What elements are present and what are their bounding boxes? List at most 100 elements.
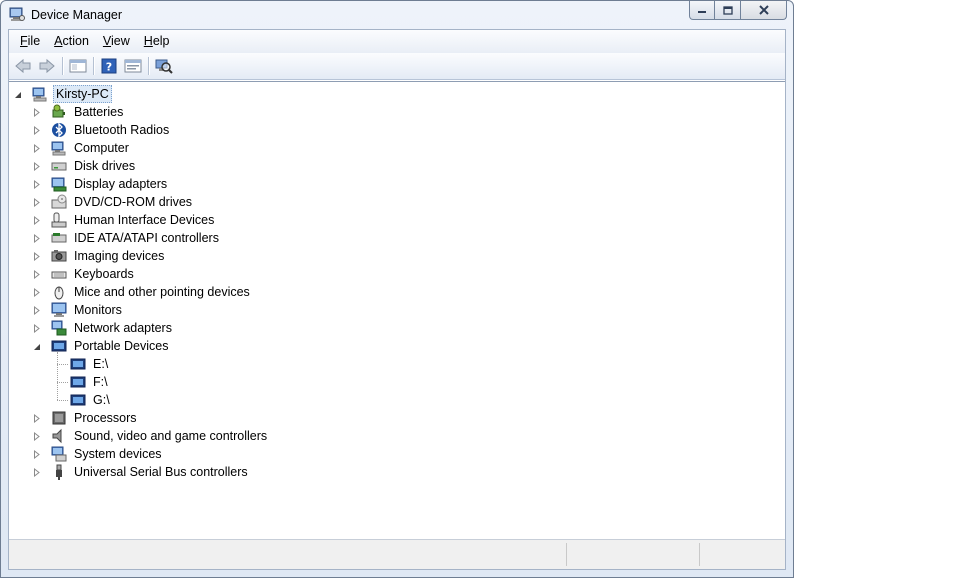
tree-node-drive-g[interactable]: G:\ — [70, 391, 112, 409]
expand-arrow-icon[interactable] — [32, 270, 41, 279]
portable-device-icon — [70, 392, 86, 408]
forward-icon — [39, 58, 55, 74]
usb-icon — [51, 464, 67, 480]
svg-text:?: ? — [106, 61, 112, 74]
menu-accelerator: H — [143, 34, 153, 48]
menu-label-rest: elp — [152, 34, 170, 48]
tree-node-imaging-devices[interactable]: Imaging devices — [33, 247, 166, 265]
tree-node-sound-video-and-game-controllers[interactable]: Sound, video and game controllers — [33, 427, 269, 445]
tree-node-human-interface-devices[interactable]: Human Interface Devices — [33, 211, 216, 229]
expand-arrow-icon[interactable] — [32, 252, 41, 261]
expand-arrow-icon[interactable] — [32, 126, 41, 135]
tree-node-label: Kirsty-PC — [53, 85, 112, 103]
menu-view[interactable]: View — [96, 30, 137, 53]
tree-root-node[interactable]: Kirsty-PC — [14, 85, 112, 103]
collapse-arrow-icon[interactable] — [32, 342, 41, 351]
device-tree[interactable]: Kirsty-PC Batteries Bluetooth Radios Comput… — [9, 81, 785, 539]
tree-node-display-adapters[interactable]: Display adapters — [33, 175, 169, 193]
minimize-icon — [698, 11, 706, 13]
tree-node-dvd-cd-rom-drives[interactable]: DVD/CD-ROM drives — [33, 193, 194, 211]
expand-arrow-icon[interactable] — [32, 198, 41, 207]
status-pane — [566, 543, 567, 566]
maximize-button[interactable] — [715, 1, 741, 20]
tree-node-label: Mice and other pointing devices — [74, 285, 250, 299]
tree-node-keyboards[interactable]: Keyboards — [33, 265, 136, 283]
menu-file[interactable]: File — [13, 30, 47, 53]
toolbar: ? — [9, 53, 785, 80]
tree-node-label: IDE ATA/ATAPI controllers — [74, 231, 219, 245]
tree-node-label: Universal Serial Bus controllers — [74, 465, 248, 479]
device-manager-window: Device Manager File Action View Help ? K… — [0, 0, 794, 578]
disk-drive-icon — [51, 158, 67, 174]
help-button[interactable]: ? — [97, 55, 121, 77]
menu-label-rest: ile — [27, 34, 41, 48]
title-bar[interactable]: Device Manager — [1, 1, 793, 29]
tree-node-bluetooth-radios[interactable]: Bluetooth Radios — [33, 121, 171, 139]
display-adapter-icon — [51, 176, 67, 192]
tree-node-label: Human Interface Devices — [74, 213, 215, 227]
portable-device-icon — [70, 356, 86, 372]
minimize-button[interactable] — [689, 1, 715, 20]
expand-arrow-icon[interactable] — [32, 234, 41, 243]
expand-arrow-icon[interactable] — [32, 180, 41, 189]
expand-arrow-icon[interactable] — [32, 162, 41, 171]
tree-node-label: System devices — [74, 447, 162, 461]
menu-help[interactable]: Help — [137, 30, 177, 53]
computer-icon — [32, 86, 48, 102]
tree-node-ide-ata-atapi-controllers[interactable]: IDE ATA/ATAPI controllers — [33, 229, 221, 247]
back-button[interactable] — [11, 55, 35, 77]
device-manager-icon — [9, 7, 25, 21]
tree-node-batteries[interactable]: Batteries — [33, 103, 125, 121]
expand-arrow-icon[interactable] — [32, 288, 41, 297]
expand-arrow-icon[interactable] — [32, 144, 41, 153]
system-device-icon — [51, 446, 67, 462]
network-adapter-icon — [51, 320, 67, 336]
expand-arrow-icon[interactable] — [32, 414, 41, 423]
tree-node-universal-serial-bus-controllers[interactable]: Universal Serial Bus controllers — [33, 463, 250, 481]
tree-node-label: Processors — [74, 411, 137, 425]
expand-arrow-icon[interactable] — [32, 468, 41, 477]
expand-arrow-icon[interactable] — [32, 324, 41, 333]
scan-hardware-icon — [155, 59, 173, 74]
show-hide-console-tree-button[interactable] — [66, 55, 90, 77]
tree-node-label: F:\ — [93, 375, 108, 389]
expand-arrow-icon[interactable] — [32, 216, 41, 225]
menu-action[interactable]: Action — [47, 30, 96, 53]
portable-device-icon — [70, 374, 86, 390]
tree-node-monitors[interactable]: Monitors — [33, 301, 124, 319]
tree-node-processors[interactable]: Processors — [33, 409, 139, 427]
tree-node-label: DVD/CD-ROM drives — [74, 195, 193, 209]
tree-node-network-adapters[interactable]: Network adapters — [33, 319, 174, 337]
menu-label-rest: iew — [111, 34, 130, 48]
forward-button[interactable] — [35, 55, 59, 77]
window-title: Device Manager — [31, 8, 123, 22]
expand-arrow-icon[interactable] — [32, 450, 41, 459]
properties-button[interactable] — [121, 55, 145, 77]
portable-device-icon — [51, 338, 67, 354]
expand-arrow-icon[interactable] — [32, 432, 41, 441]
tree-node-system-devices[interactable]: System devices — [33, 445, 164, 463]
keyboard-icon — [51, 266, 67, 282]
menu-accelerator: A — [54, 34, 63, 48]
tree-node-portable-devices[interactable]: Portable Devices — [33, 337, 171, 355]
hid-icon — [51, 212, 67, 228]
expand-arrow-icon[interactable] — [32, 108, 41, 117]
tree-node-label: E:\ — [93, 357, 109, 371]
tree-node-computer[interactable]: Computer — [33, 139, 131, 157]
client-area: File Action View Help ? Kirsty-PC Batter… — [8, 29, 786, 570]
expand-arrow-icon[interactable] — [32, 306, 41, 315]
back-icon — [15, 58, 31, 74]
tree-node-drive-f[interactable]: F:\ — [70, 373, 110, 391]
menu-label-rest: ction — [62, 34, 89, 48]
collapse-arrow-icon[interactable] — [13, 90, 22, 99]
dvd-drive-icon — [51, 194, 67, 210]
tree-node-disk-drives[interactable]: Disk drives — [33, 157, 137, 175]
close-button[interactable] — [741, 1, 787, 20]
tree-node-label: Bluetooth Radios — [74, 123, 170, 137]
status-bar — [9, 539, 785, 569]
tree-node-mice-and-other-pointing-devices[interactable]: Mice and other pointing devices — [33, 283, 252, 301]
properties-icon — [124, 59, 142, 73]
tree-connector-line — [57, 400, 68, 401]
scan-hardware-button[interactable] — [152, 55, 176, 77]
tree-node-drive-e[interactable]: E:\ — [70, 355, 110, 373]
